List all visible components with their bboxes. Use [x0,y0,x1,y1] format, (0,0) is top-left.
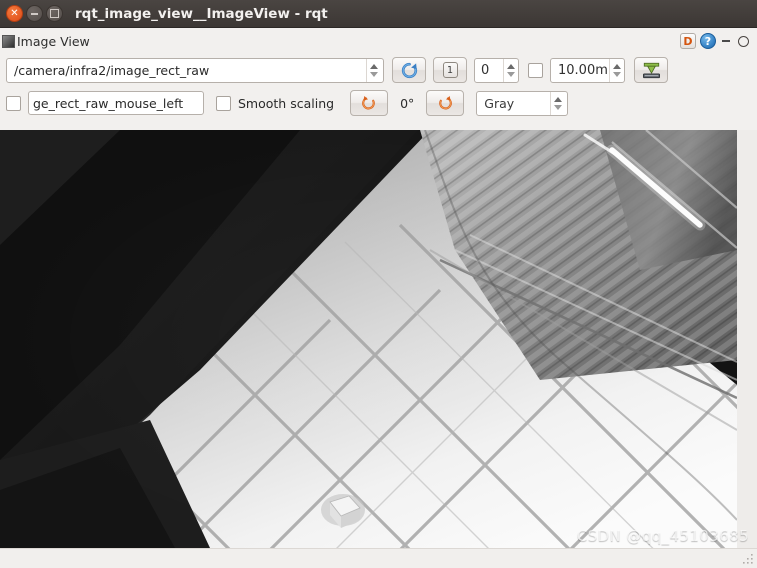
publish-mouse-clicks-checkbox[interactable] [6,95,21,111]
dock-title: Image View [17,33,90,49]
mouse-topic-value: ge_rect_raw_mouse_left [33,95,184,111]
rotate-right-button[interactable] [426,90,465,116]
refresh-topics-button[interactable] [392,57,426,83]
chevron-down-icon [507,71,515,77]
topic-combobox-value: /camera/infra2/image_rect_raw [14,62,210,78]
snapshot-button[interactable]: 1 [433,57,467,83]
refresh-icon [401,62,417,78]
colormap-combobox[interactable]: Gray [476,90,569,116]
image-viewport[interactable]: CSDN @qq_45103685 [0,130,757,548]
image-view-icon [2,34,15,48]
toolbar-secondary: ge_rect_raw_mouse_left Smooth scaling 0°… [0,88,757,118]
max-range-spinbox[interactable]: 10.00m [550,57,625,83]
close-icon: ✕ [10,7,19,19]
frame-index-spinbox[interactable]: 0 [474,57,519,83]
chevron-down-icon [613,71,621,77]
topic-combobox-arrows[interactable] [366,58,381,82]
minimize-icon [31,12,38,15]
dock-header: Image View D ? [0,29,757,53]
frame-index-value: 0 [481,62,490,78]
window-title: rqt_image_view__ImageView - rqt [75,5,328,22]
window-minimize-button[interactable] [26,5,43,22]
chevron-up-icon [507,63,515,69]
dock-minimize-button[interactable] [720,40,732,42]
rotate-left-icon [362,96,375,110]
chevron-up-icon [613,63,621,69]
infrared-floor-image [0,130,737,548]
smooth-scaling-label: Smooth scaling [238,95,335,111]
mouse-topic-input[interactable]: ge_rect_raw_mouse_left [28,91,204,115]
colormap-arrows[interactable] [550,91,565,115]
colormap-value: Gray [484,95,515,111]
chevron-up-icon [554,96,563,102]
topic-combobox[interactable]: /camera/infra2/image_rect_raw [6,57,384,83]
frame-index-icon: 1 [442,62,458,78]
rotation-label: 0° [400,95,415,111]
save-icon [642,62,660,78]
status-bar [0,548,757,568]
chevron-down-icon [370,71,378,77]
max-range-arrows[interactable] [609,58,624,82]
smooth-scaling-checkbox[interactable] [216,95,231,111]
chevron-up-icon [370,63,378,69]
dock-buttons: D ? [680,33,757,49]
maximize-icon [50,9,59,18]
dock-minimize-icon [722,40,730,42]
rotate-right-icon [439,96,453,110]
help-icon[interactable]: ? [700,33,716,49]
dock-close-button[interactable] [736,34,750,48]
camera-image [0,130,737,548]
dock-detach-icon[interactable]: D [680,33,696,49]
resize-grip-icon[interactable] [742,553,755,566]
save-image-button[interactable] [634,57,668,83]
window-controls: ✕ [0,5,63,22]
window-close-button[interactable]: ✕ [6,5,23,22]
rqt-main-window: ✕ rqt_image_view__ImageView - rqt Image … [0,0,757,568]
frame-index-arrows[interactable] [503,58,518,82]
window-titlebar: ✕ rqt_image_view__ImageView - rqt [0,0,757,28]
toolbar-primary: /camera/infra2/image_rect_raw 1 0 10.00m [0,55,757,85]
window-maximize-button[interactable] [46,5,63,22]
dynamic-range-checkbox[interactable] [528,62,543,78]
rotate-left-button[interactable] [350,90,389,116]
dock-close-icon [737,35,749,47]
max-range-value: 10.00m [558,62,608,78]
chevron-down-icon [554,104,563,110]
